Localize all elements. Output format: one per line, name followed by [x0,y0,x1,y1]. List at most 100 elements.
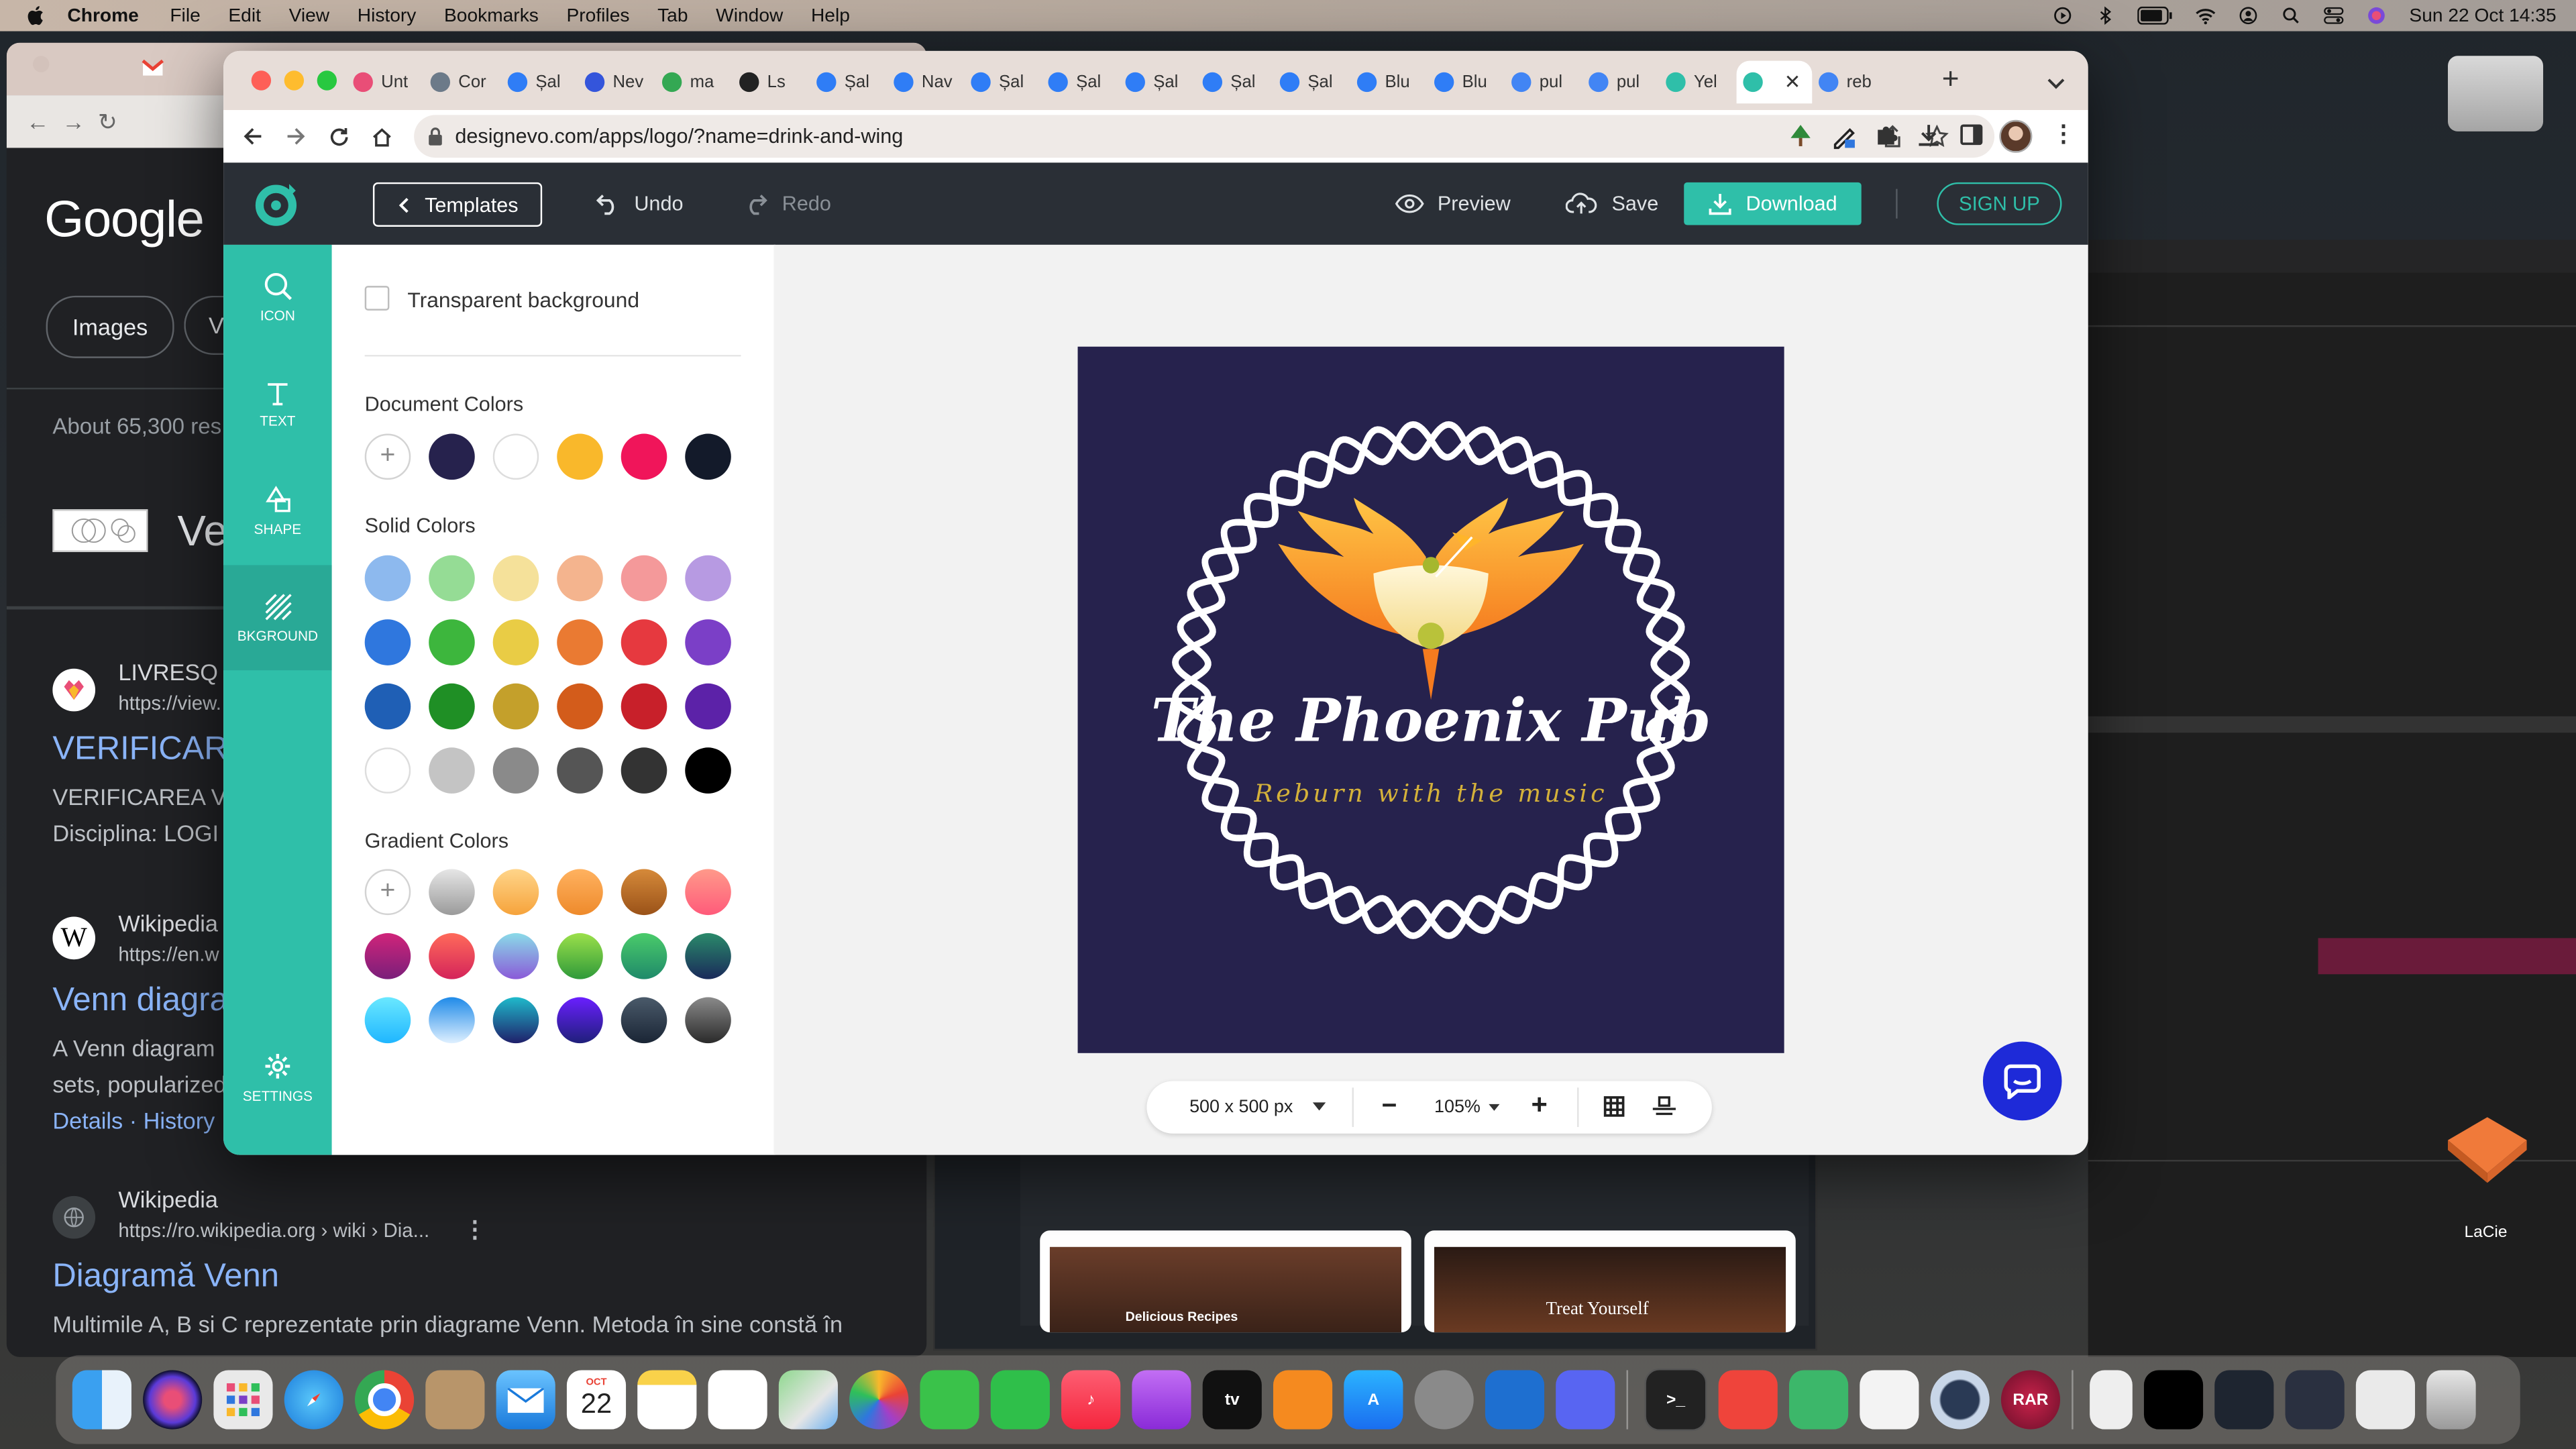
nav-settings-tool[interactable]: SETTINGS [223,1025,332,1130]
gradient-color-swatch[interactable] [492,869,539,916]
system-settings-icon[interactable] [1414,1370,1474,1430]
menu-window[interactable]: Window [716,6,783,25]
home-button[interactable] [360,115,402,158]
document-color-swatch[interactable] [685,433,731,480]
forward-button[interactable] [274,115,317,158]
gradient-color-swatch[interactable] [621,869,667,916]
signup-button[interactable]: SIGN UP [1937,182,2062,225]
tab[interactable]: Blu [1350,61,1428,104]
photos-icon[interactable] [849,1370,909,1430]
preview-button[interactable]: Preview [1395,162,1511,244]
tab[interactable]: pul [1582,61,1659,104]
gradient-color-swatch[interactable] [621,997,667,1044]
tv-icon[interactable]: tv [1202,1370,1262,1430]
download-icon[interactable] [1917,123,1940,156]
add-document-color-button[interactable]: + [364,433,411,480]
recent-window-icon[interactable] [2355,1370,2416,1430]
gradient-color-swatch[interactable] [492,933,539,979]
vscode-icon[interactable] [1485,1370,1545,1430]
result-title[interactable]: VERIFICAR [52,731,227,769]
align-toggle[interactable] [1652,1095,1676,1122]
terminal-icon[interactable]: >_ [1644,1368,1707,1432]
gradient-color-swatch[interactable] [685,869,731,916]
tab[interactable]: Șal [1196,61,1273,104]
solid-color-swatch[interactable] [621,747,667,794]
solid-color-swatch[interactable] [492,747,539,794]
lock-icon[interactable] [427,127,443,146]
extension-pen-icon[interactable] [1832,123,1857,158]
tab[interactable]: Șal [501,61,578,104]
solid-color-swatch[interactable] [557,555,603,602]
solid-color-swatch[interactable] [429,683,475,730]
tab[interactable]: reb [1812,61,1889,104]
menu-help[interactable]: Help [811,6,850,25]
tab[interactable]: Șal [810,61,887,104]
tab[interactable]: Nav [887,61,964,104]
zoom-out-button[interactable]: − [1382,1093,1397,1122]
new-tab-button[interactable]: + [1942,62,1960,97]
background-app-window[interactable]: Delicious Recipes Treat Yourself [933,1150,1817,1351]
solid-color-swatch[interactable] [621,555,667,602]
reminders-icon[interactable] [708,1370,767,1430]
google-logo[interactable]: Google [44,191,205,250]
gradient-color-swatch[interactable] [685,933,731,979]
solid-color-swatch[interactable] [685,619,731,665]
books-icon[interactable] [1273,1370,1333,1430]
result-title[interactable]: Diagramă Venn [52,1258,279,1296]
tab[interactable]: Yel [1659,61,1736,104]
gradient-color-swatch[interactable] [621,933,667,979]
wifi-icon[interactable] [2196,7,2217,25]
rar-icon[interactable]: RAR [2000,1370,2061,1430]
textedit-icon[interactable] [1860,1370,1919,1430]
designevo-logo[interactable] [253,179,302,228]
add-gradient-button[interactable]: + [364,869,411,916]
menu-app-name[interactable]: Chrome [67,6,138,25]
solid-color-swatch[interactable] [685,555,731,602]
tab[interactable]: Șal [1119,61,1196,104]
nav-icon-tool[interactable]: ICON [223,245,332,350]
solid-color-swatch[interactable] [429,555,475,602]
logo-artwork[interactable]: The Phoenix Pub Reburn with the music [1078,347,1784,1053]
solid-color-swatch[interactable] [685,683,731,730]
play-circle-icon[interactable] [2053,7,2074,25]
nav-text-tool[interactable]: TEXT [223,352,332,457]
siri-icon[interactable] [143,1370,203,1430]
solid-color-swatch[interactable] [429,747,475,794]
recent-window-icon[interactable] [2285,1370,2345,1430]
tab[interactable]: Șal [1273,61,1350,104]
solid-color-swatch[interactable] [364,747,411,794]
quicktime-icon[interactable] [1930,1370,1990,1430]
calendar-icon[interactable]: OCT 22 [566,1370,627,1430]
atom-icon[interactable] [1788,1370,1849,1430]
solid-color-swatch[interactable] [492,683,539,730]
templates-button[interactable]: Templates [372,182,543,227]
menu-bookmarks[interactable]: Bookmarks [444,6,539,25]
menu-profiles[interactable]: Profiles [567,6,630,25]
maps-icon[interactable] [778,1370,838,1430]
solid-color-swatch[interactable] [557,619,603,665]
solid-color-swatch[interactable] [557,747,603,794]
close-window-button[interactable] [251,70,272,91]
battery-icon[interactable] [2138,6,2174,25]
discord-icon[interactable] [1556,1370,1615,1430]
tab-active[interactable]: ✕ [1736,60,1813,104]
zoom-window-button[interactable] [317,70,337,91]
solid-color-swatch[interactable] [364,555,411,602]
spotlight-search-icon[interactable] [2281,7,2302,25]
extension-tree-icon[interactable] [1789,123,1812,156]
solid-color-swatch[interactable] [621,619,667,665]
solid-color-swatch[interactable] [685,747,731,794]
siri-icon[interactable] [2367,7,2388,25]
menu-file[interactable]: File [170,6,200,25]
notes-icon[interactable] [637,1370,697,1430]
menu-tab[interactable]: Tab [657,6,688,25]
zoom-select[interactable]: 105% [1434,1081,1500,1133]
menubar-clock[interactable]: Sun 22 Oct 14:35 [2409,6,2556,25]
result-links[interactable]: Details · History [52,1108,215,1134]
solid-color-swatch[interactable] [557,683,603,730]
gradient-color-swatch[interactable] [557,997,603,1044]
facetime-icon[interactable] [990,1370,1050,1430]
tab[interactable]: Șal [1042,61,1119,104]
tab[interactable]: Cor [424,61,501,104]
finder-icon[interactable] [72,1370,131,1430]
